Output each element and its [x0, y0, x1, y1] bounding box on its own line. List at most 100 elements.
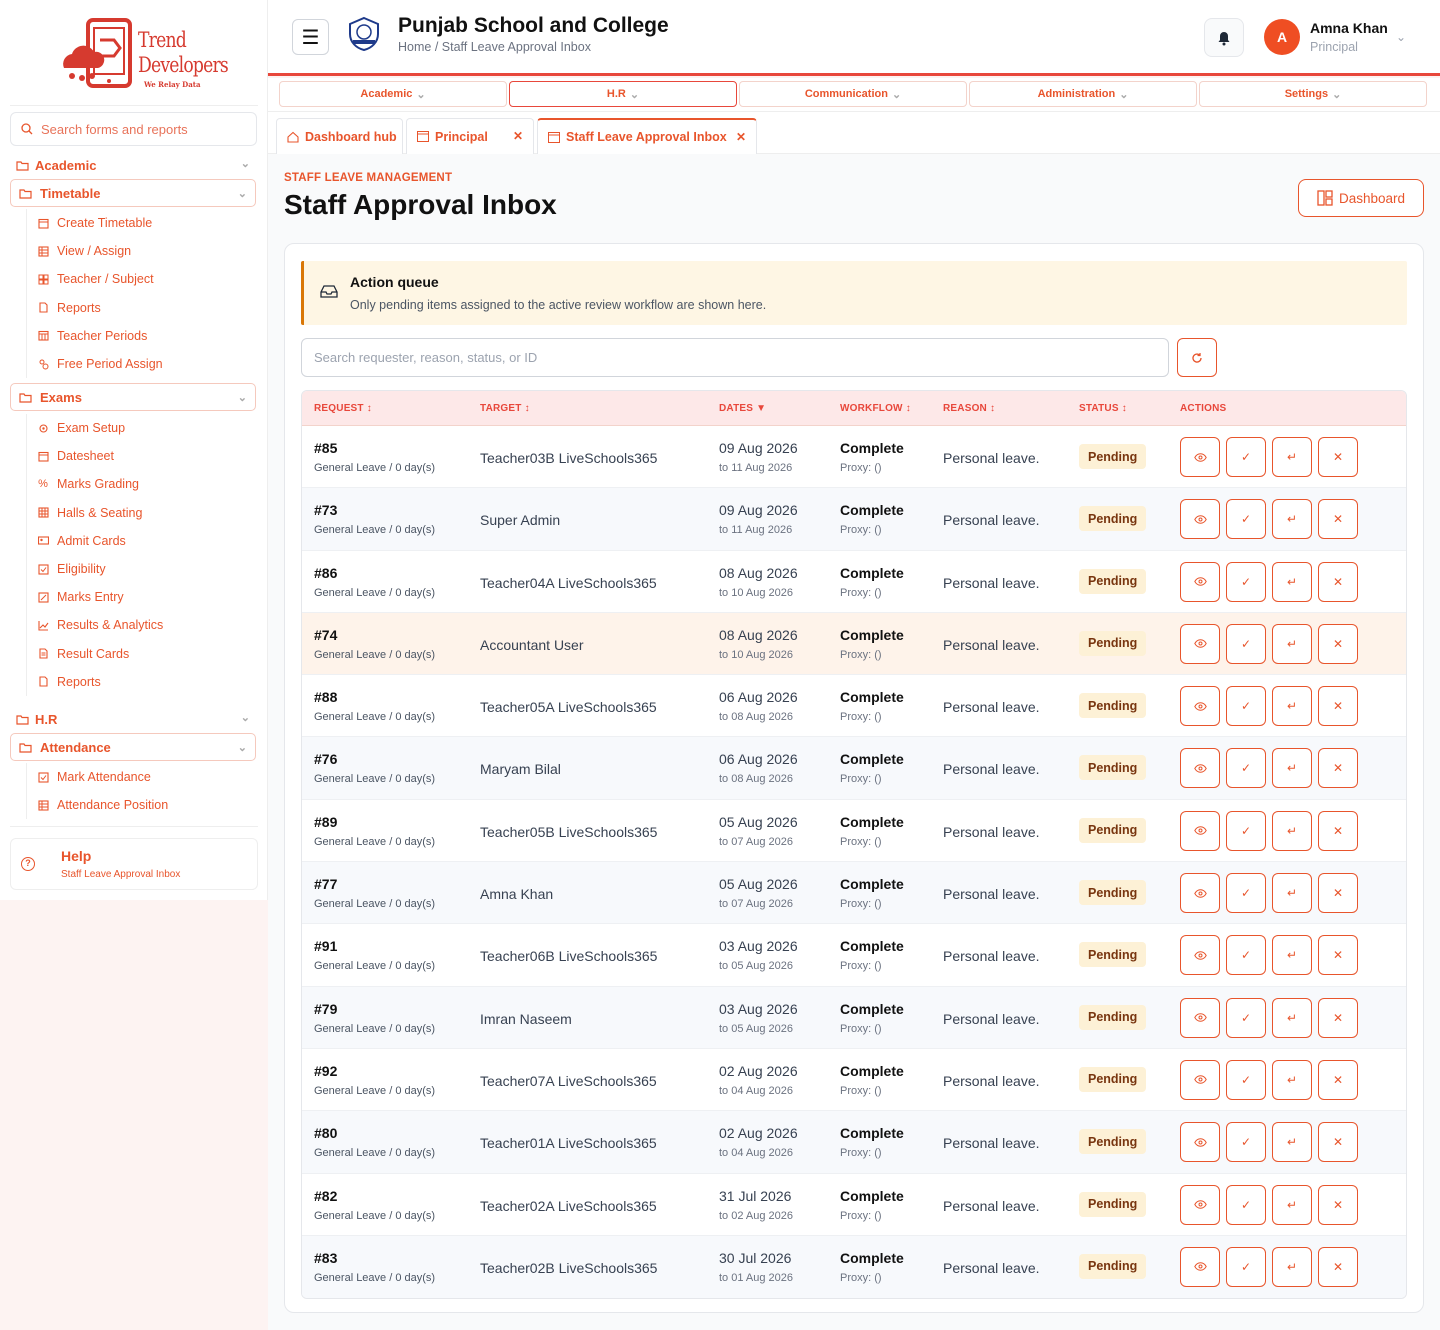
- sidebar-group-hr[interactable]: H.R ⌄: [16, 708, 256, 730]
- return-button[interactable]: ↵: [1272, 437, 1312, 477]
- table-row[interactable]: #92 General Leave / 0 day(s) Teacher07A …: [302, 1048, 1406, 1112]
- view-button[interactable]: [1180, 437, 1220, 477]
- approve-button[interactable]: ✓: [1226, 623, 1266, 664]
- sidebar-item-halls-seating[interactable]: Halls & Seating: [27, 499, 256, 527]
- return-button[interactable]: ↵: [1272, 623, 1312, 664]
- avatar[interactable]: A: [1264, 19, 1300, 55]
- sidebar-item-marks-entry[interactable]: Marks Entry: [27, 583, 256, 611]
- table-row[interactable]: #85 General Leave / 0 day(s) Teacher03B …: [302, 426, 1406, 489]
- view-button[interactable]: [1180, 1246, 1220, 1287]
- col-request[interactable]: REQUEST ↕: [314, 403, 372, 414]
- reject-button[interactable]: ✕: [1318, 810, 1358, 851]
- tab-dashboard-hub[interactable]: Dashboard hub: [276, 118, 403, 154]
- dashboard-button[interactable]: Dashboard: [1298, 179, 1424, 217]
- close-icon[interactable]: ✕: [513, 129, 523, 143]
- view-button[interactable]: [1180, 499, 1220, 540]
- view-button[interactable]: [1180, 1122, 1220, 1163]
- return-button[interactable]: ↵: [1272, 748, 1312, 789]
- tab-principal[interactable]: Principal ✕: [406, 118, 534, 154]
- sidebar-item-mark-attendance[interactable]: Mark Attendance: [27, 763, 256, 791]
- approve-button[interactable]: ✓: [1226, 1059, 1266, 1100]
- sidebar-item-create-timetable[interactable]: Create Timetable: [27, 209, 256, 237]
- menu-toggle-button[interactable]: ☰: [292, 19, 329, 55]
- return-button[interactable]: ↵: [1272, 810, 1312, 851]
- view-button[interactable]: [1180, 748, 1220, 789]
- return-button[interactable]: ↵: [1272, 561, 1312, 602]
- table-row[interactable]: #91 General Leave / 0 day(s) Teacher06B …: [302, 924, 1406, 987]
- approve-button[interactable]: ✓: [1226, 810, 1266, 851]
- col-workflow[interactable]: WORKFLOW ↕: [840, 403, 911, 414]
- sidebar-item-view-assign[interactable]: View / Assign: [27, 237, 256, 265]
- return-button[interactable]: ↵: [1272, 935, 1312, 976]
- reject-button[interactable]: ✕: [1318, 1184, 1358, 1225]
- sidebar-item-attendance-position[interactable]: Attendance Position: [27, 791, 256, 819]
- col-target[interactable]: TARGET ↕: [480, 403, 530, 414]
- nav-communication[interactable]: Communication ⌄: [739, 81, 967, 107]
- table-row[interactable]: #88 General Leave / 0 day(s) Teacher05A …: [302, 675, 1406, 738]
- refresh-button[interactable]: [1177, 338, 1217, 377]
- view-button[interactable]: [1180, 997, 1220, 1038]
- sidebar-item-teacher-subject[interactable]: Teacher / Subject: [27, 265, 256, 293]
- reject-button[interactable]: ✕: [1318, 623, 1358, 664]
- approve-button[interactable]: ✓: [1226, 686, 1266, 727]
- reject-button[interactable]: ✕: [1318, 873, 1358, 914]
- reject-button[interactable]: ✕: [1318, 1059, 1358, 1100]
- table-row[interactable]: #76 General Leave / 0 day(s) Maryam Bila…: [302, 737, 1406, 800]
- reject-button[interactable]: ✕: [1318, 561, 1358, 602]
- col-dates[interactable]: DATES ▼: [719, 403, 766, 414]
- table-row[interactable]: #86 General Leave / 0 day(s) Teacher04A …: [302, 550, 1406, 613]
- sidebar-section-exams[interactable]: Exams ⌄: [10, 383, 256, 411]
- table-search-input[interactable]: [301, 338, 1169, 377]
- reject-button[interactable]: ✕: [1318, 935, 1358, 976]
- sidebar-item-eligibility[interactable]: Eligibility: [27, 555, 256, 583]
- approve-button[interactable]: ✓: [1226, 499, 1266, 540]
- view-button[interactable]: [1180, 935, 1220, 976]
- table-row[interactable]: #89 General Leave / 0 day(s) Teacher05B …: [302, 799, 1406, 863]
- view-button[interactable]: [1180, 1184, 1220, 1225]
- return-button[interactable]: ↵: [1272, 873, 1312, 914]
- notifications-button[interactable]: [1204, 18, 1244, 57]
- approve-button[interactable]: ✓: [1226, 748, 1266, 789]
- nav-settings[interactable]: Settings ⌄: [1199, 81, 1427, 107]
- nav-academic[interactable]: Academic ⌄: [279, 81, 507, 107]
- help-card[interactable]: ? Help Staff Leave Approval Inbox: [10, 838, 258, 890]
- reject-button[interactable]: ✕: [1318, 437, 1358, 477]
- chevron-down-icon[interactable]: ⌄: [1396, 30, 1406, 44]
- view-button[interactable]: [1180, 561, 1220, 602]
- reject-button[interactable]: ✕: [1318, 1246, 1358, 1287]
- return-button[interactable]: ↵: [1272, 1122, 1312, 1163]
- sidebar-group-academic[interactable]: Academic ⌄: [16, 154, 256, 176]
- return-button[interactable]: ↵: [1272, 499, 1312, 540]
- sidebar-item-admit-cards[interactable]: Admit Cards: [27, 527, 256, 555]
- table-row[interactable]: #77 General Leave / 0 day(s) Amna Khan 0…: [302, 862, 1406, 925]
- approve-button[interactable]: ✓: [1226, 873, 1266, 914]
- return-button[interactable]: ↵: [1272, 1184, 1312, 1225]
- sidebar-search[interactable]: [10, 112, 257, 146]
- view-button[interactable]: [1180, 810, 1220, 851]
- return-button[interactable]: ↵: [1272, 686, 1312, 727]
- sidebar-section-attendance[interactable]: Attendance ⌄: [10, 733, 256, 761]
- table-row[interactable]: #79 General Leave / 0 day(s) Imran Nasee…: [302, 986, 1406, 1049]
- view-button[interactable]: [1180, 1059, 1220, 1100]
- return-button[interactable]: ↵: [1272, 997, 1312, 1038]
- table-row[interactable]: #83 General Leave / 0 day(s) Teacher02B …: [302, 1235, 1406, 1299]
- reject-button[interactable]: ✕: [1318, 997, 1358, 1038]
- approve-button[interactable]: ✓: [1226, 1184, 1266, 1225]
- tab-staff-leave-approval-inbox[interactable]: Staff Leave Approval Inbox ✕: [537, 118, 757, 154]
- nav-hr[interactable]: H.R ⌄: [509, 81, 737, 107]
- sidebar-item-timetable-reports[interactable]: Reports: [27, 294, 256, 322]
- close-icon[interactable]: ✕: [736, 130, 746, 144]
- table-row[interactable]: #82 General Leave / 0 day(s) Teacher02A …: [302, 1173, 1406, 1236]
- return-button[interactable]: ↵: [1272, 1059, 1312, 1100]
- reject-button[interactable]: ✕: [1318, 1122, 1358, 1163]
- reject-button[interactable]: ✕: [1318, 499, 1358, 540]
- sidebar-item-results-analytics[interactable]: Results & Analytics: [27, 611, 256, 639]
- sidebar-search-input[interactable]: [41, 121, 241, 137]
- sidebar-item-marks-grading[interactable]: % Marks Grading: [27, 470, 256, 498]
- reject-button[interactable]: ✕: [1318, 686, 1358, 727]
- col-status[interactable]: STATUS ↕: [1079, 403, 1127, 414]
- nav-administration[interactable]: Administration ⌄: [969, 81, 1197, 107]
- user-name[interactable]: Amna Khan: [1310, 20, 1388, 36]
- sidebar-item-exam-setup[interactable]: Exam Setup: [27, 414, 256, 442]
- sidebar-item-exam-reports[interactable]: Reports: [27, 668, 256, 696]
